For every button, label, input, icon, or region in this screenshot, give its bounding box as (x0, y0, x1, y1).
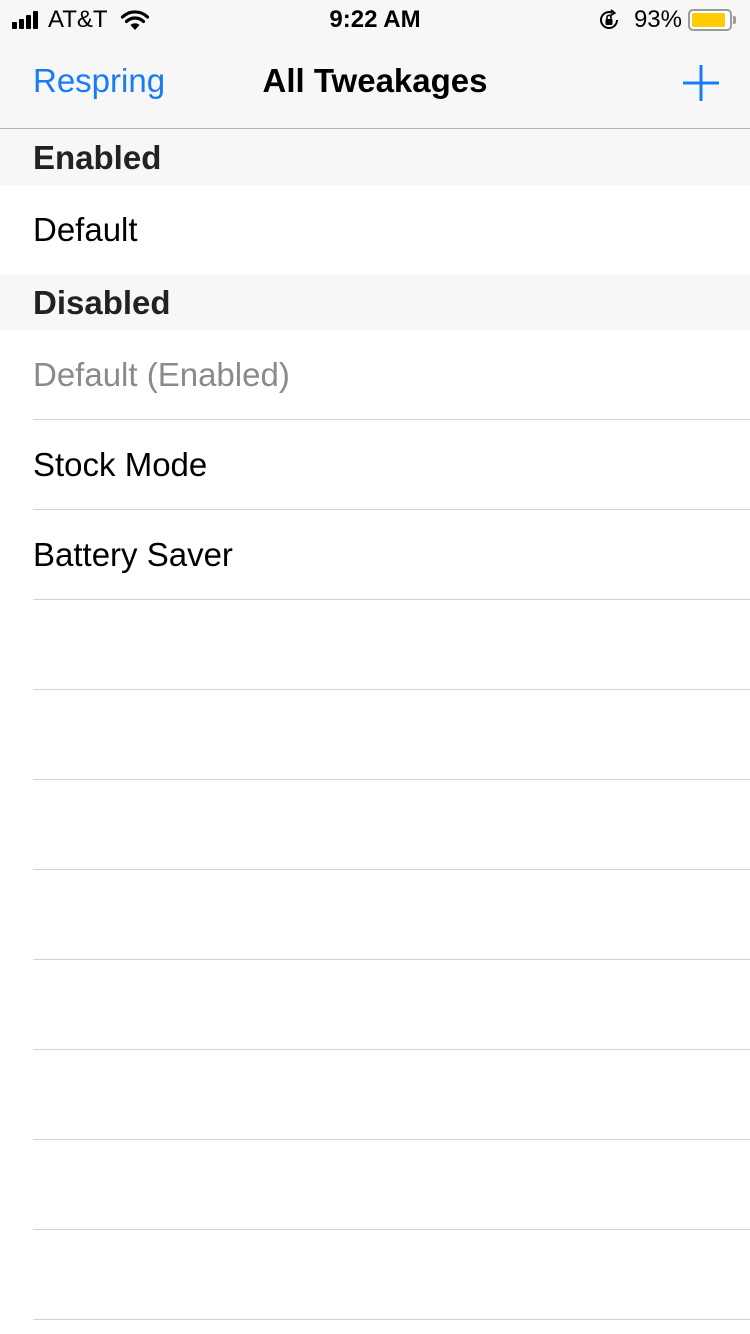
navigation-bar: Respring All Tweakages (0, 40, 750, 129)
empty-row (0, 1050, 750, 1140)
empty-row (0, 1230, 750, 1320)
list-item[interactable]: Stock Mode (0, 420, 750, 510)
list-item-label: Battery Saver (33, 536, 233, 573)
list-item[interactable]: Default (0, 185, 750, 274)
battery-icon (688, 9, 736, 31)
screen: AT&T 9:22 AM 93% Respring All Tweakages … (0, 0, 750, 1334)
battery-percent: 93% (633, 6, 682, 33)
plus-icon[interactable] (682, 64, 720, 102)
section-header-disabled: Disabled (0, 274, 750, 330)
list-item-label: Default (Enabled) (33, 356, 290, 393)
empty-row (0, 870, 750, 960)
status-right: 93% (598, 6, 736, 34)
section-title-enabled: Enabled (33, 139, 162, 176)
status-bar: AT&T 9:22 AM 93% (0, 0, 750, 40)
list-item-label: Stock Mode (33, 446, 208, 483)
section-header-enabled: Enabled (0, 129, 750, 185)
list-item[interactable]: Battery Saver (0, 510, 750, 600)
empty-row (0, 1140, 750, 1230)
empty-row (0, 780, 750, 870)
list-item[interactable]: Default (Enabled) (0, 330, 750, 420)
empty-row (0, 600, 750, 690)
orientation-lock-icon (599, 9, 618, 29)
section-title-disabled: Disabled (33, 284, 171, 321)
empty-row (0, 960, 750, 1050)
respring-button[interactable]: Respring (33, 62, 165, 100)
list-item-label: Default (33, 211, 138, 248)
empty-row (0, 690, 750, 780)
row-divider (33, 1319, 750, 1320)
